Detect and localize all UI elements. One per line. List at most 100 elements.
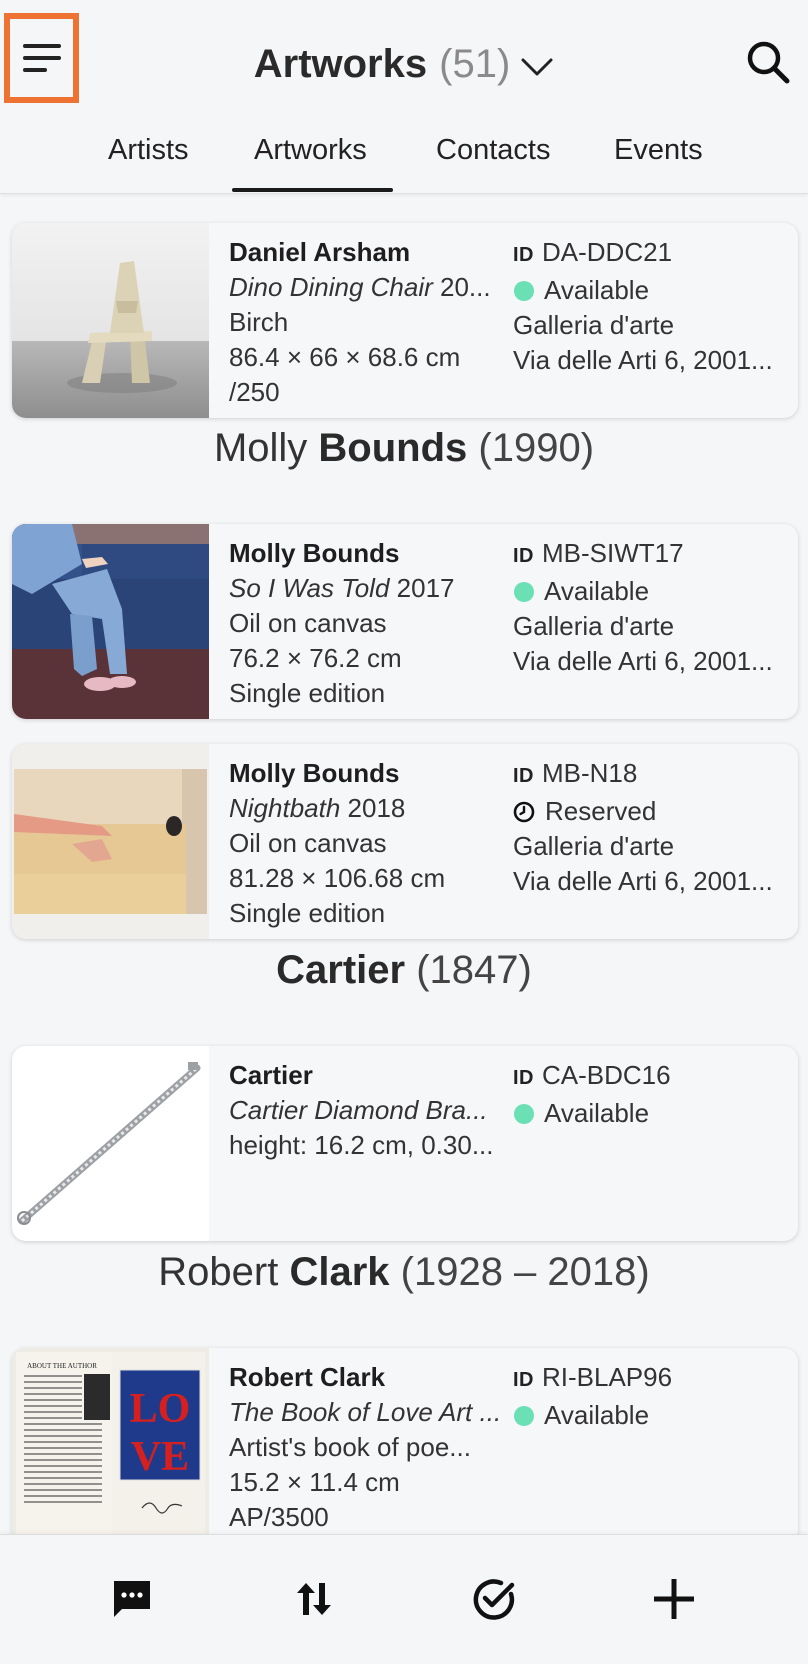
- artwork-year: 20...: [440, 272, 491, 302]
- id-label: ID: [513, 765, 534, 787]
- artwork-meta: ID MB-SIWT17 Available Galleria d'arte Vi…: [513, 536, 798, 679]
- artwork-card[interactable]: ABOUT THE AUTHOR LO VE Robert Clark The …: [12, 1348, 798, 1534]
- artwork-thumbnail: [12, 744, 209, 939]
- available-dot-icon: [514, 581, 534, 602]
- tab-events[interactable]: Events: [614, 134, 703, 167]
- artwork-title-line: Cartier Diamond Bra...: [229, 1093, 504, 1128]
- add-button[interactable]: [648, 1573, 700, 1625]
- available-dot-icon: [514, 1405, 534, 1426]
- artwork-list: Daniel Arsham Dino Dining Chair 20... Bi…: [0, 194, 808, 1534]
- love-bottom-text: VE: [131, 1434, 189, 1480]
- artwork-medium: Oil on canvas: [229, 608, 387, 638]
- artist-name: Robert Clark: [229, 1362, 386, 1392]
- artwork-title-line: Nightbath 2018: [229, 791, 504, 826]
- select-button[interactable]: [468, 1573, 520, 1625]
- chat-button[interactable]: [106, 1573, 158, 1625]
- tab-bar: Artists Artworks Contacts Events: [0, 122, 808, 194]
- location-name: Galleria d'arte: [513, 310, 675, 340]
- artist-section-header: Cartier (1847): [0, 948, 808, 993]
- active-tab-indicator: [232, 188, 393, 192]
- artwork-thumbnail: ABOUT THE AUTHOR LO VE: [12, 1348, 209, 1534]
- artwork-year: 2018: [347, 793, 406, 823]
- artwork-title-line: Dino Dining Chair 20...: [229, 270, 504, 305]
- sort-button[interactable]: [288, 1573, 340, 1625]
- artwork-id-value: MB-N18: [542, 758, 638, 788]
- artwork-info: Daniel Arsham Dino Dining Chair 20... Bi…: [229, 235, 504, 410]
- artwork-medium: height: 16.2 cm, 0.30...: [229, 1130, 494, 1160]
- clock-icon: [513, 801, 535, 822]
- artwork-id: ID CA-BDC16: [513, 1058, 798, 1096]
- artist-section-header: Molly Bounds (1990): [0, 426, 808, 471]
- artwork-medium: Birch: [229, 307, 289, 337]
- chevron-down-icon: [521, 58, 553, 76]
- tab-contacts[interactable]: Contacts: [436, 134, 550, 167]
- search-icon: [747, 41, 790, 84]
- artist-years: (1990): [478, 426, 595, 470]
- artwork-title: The Book of Love Art ...: [229, 1397, 502, 1427]
- artist-last-name: Bounds: [318, 426, 468, 470]
- artwork-id-value: DA-DDC21: [542, 237, 673, 267]
- artwork-card[interactable]: Cartier Cartier Diamond Bra... height: 1…: [12, 1046, 798, 1241]
- artwork-thumbnail: [12, 1046, 209, 1241]
- artwork-title: So I Was Told: [229, 573, 390, 603]
- available-dot-icon: [514, 280, 534, 301]
- artwork-id: ID MB-N18: [513, 756, 798, 794]
- artwork-title-line: The Book of Love Art ...: [229, 1395, 504, 1430]
- artwork-id-value: MB-SIWT17: [542, 538, 684, 568]
- artist-last-name: Cartier: [276, 948, 406, 992]
- artist-section-header: Robert Clark (1928 – 2018): [0, 1250, 808, 1295]
- artwork-dimensions: 76.2 × 76.2 cm: [229, 643, 402, 673]
- artwork-info: Molly Bounds So I Was Told 2017 Oil on c…: [229, 536, 504, 711]
- artwork-dimensions: 86.4 × 66 × 68.6 cm: [229, 342, 461, 372]
- status-label: Available: [544, 1400, 650, 1430]
- artwork-id-value: RI-BLAP96: [542, 1362, 673, 1392]
- check-circle-icon: [473, 1579, 515, 1620]
- artwork-meta: ID CA-BDC16 Available: [513, 1058, 798, 1131]
- artwork-meta: ID RI-BLAP96 Available: [513, 1360, 798, 1433]
- artwork-id: ID MB-SIWT17: [513, 536, 798, 574]
- add-icon: [654, 1579, 694, 1619]
- bottom-action-bar: [0, 1534, 808, 1664]
- status-available: Available: [513, 574, 798, 609]
- location-name: Galleria d'arte: [513, 611, 675, 641]
- artist-years: (1928 – 2018): [400, 1250, 650, 1294]
- artwork-card[interactable]: Molly Bounds So I Was Told 2017 Oil on c…: [12, 524, 798, 719]
- status-available: Available: [513, 273, 798, 308]
- artwork-title-line: So I Was Told 2017: [229, 571, 504, 606]
- artwork-edition: AP/3500: [229, 1502, 329, 1532]
- artwork-info: Molly Bounds Nightbath 2018 Oil on canva…: [229, 756, 504, 931]
- status-reserved: Reserved: [513, 794, 798, 829]
- artwork-card[interactable]: Molly Bounds Nightbath 2018 Oil on canva…: [12, 744, 798, 939]
- page-title: Artworks: [253, 41, 428, 86]
- app-header: Artworks (51) Artists Artworks Contacts …: [0, 0, 808, 194]
- artwork-medium: Oil on canvas: [229, 828, 387, 858]
- artwork-thumbnail: [12, 524, 209, 719]
- artist-last-name: Clark: [289, 1250, 390, 1294]
- artwork-card[interactable]: Daniel Arsham Dino Dining Chair 20... Bi…: [12, 223, 798, 418]
- location-address: Via delle Arti 6, 2001...: [513, 646, 773, 676]
- artwork-edition: Single edition: [229, 678, 386, 708]
- artist-first-name: Molly: [213, 426, 308, 470]
- artwork-id: ID RI-BLAP96: [513, 1360, 798, 1398]
- id-label: ID: [513, 244, 534, 266]
- artwork-year: 2017: [396, 573, 455, 603]
- artwork-title: Dino Dining Chair: [229, 272, 433, 302]
- artwork-dimensions: 81.28 × 106.68 cm: [229, 863, 446, 893]
- page-title-dropdown[interactable]: Artworks (51): [0, 38, 808, 90]
- tab-artworks[interactable]: Artworks: [254, 134, 367, 167]
- artist-name: Molly Bounds: [229, 538, 400, 568]
- artwork-meta: ID DA-DDC21 Available Galleria d'arte Via…: [513, 235, 798, 378]
- book-header-text: ABOUT THE AUTHOR: [27, 1362, 97, 1370]
- search-button[interactable]: [744, 38, 792, 86]
- artwork-info: Cartier Cartier Diamond Bra... height: 1…: [229, 1058, 504, 1163]
- tab-artists[interactable]: Artists: [108, 134, 189, 167]
- artwork-meta: ID MB-N18 Reserved Galleria d'arte Via de…: [513, 756, 798, 899]
- artist-years: (1847): [416, 948, 532, 992]
- id-label: ID: [513, 545, 534, 567]
- id-label: ID: [513, 1369, 534, 1391]
- artwork-id: ID DA-DDC21: [513, 235, 798, 273]
- artwork-thumbnail: [12, 223, 209, 418]
- artwork-count: (51): [439, 41, 511, 86]
- love-top-text: LO: [130, 1386, 191, 1432]
- available-dot-icon: [514, 1103, 534, 1124]
